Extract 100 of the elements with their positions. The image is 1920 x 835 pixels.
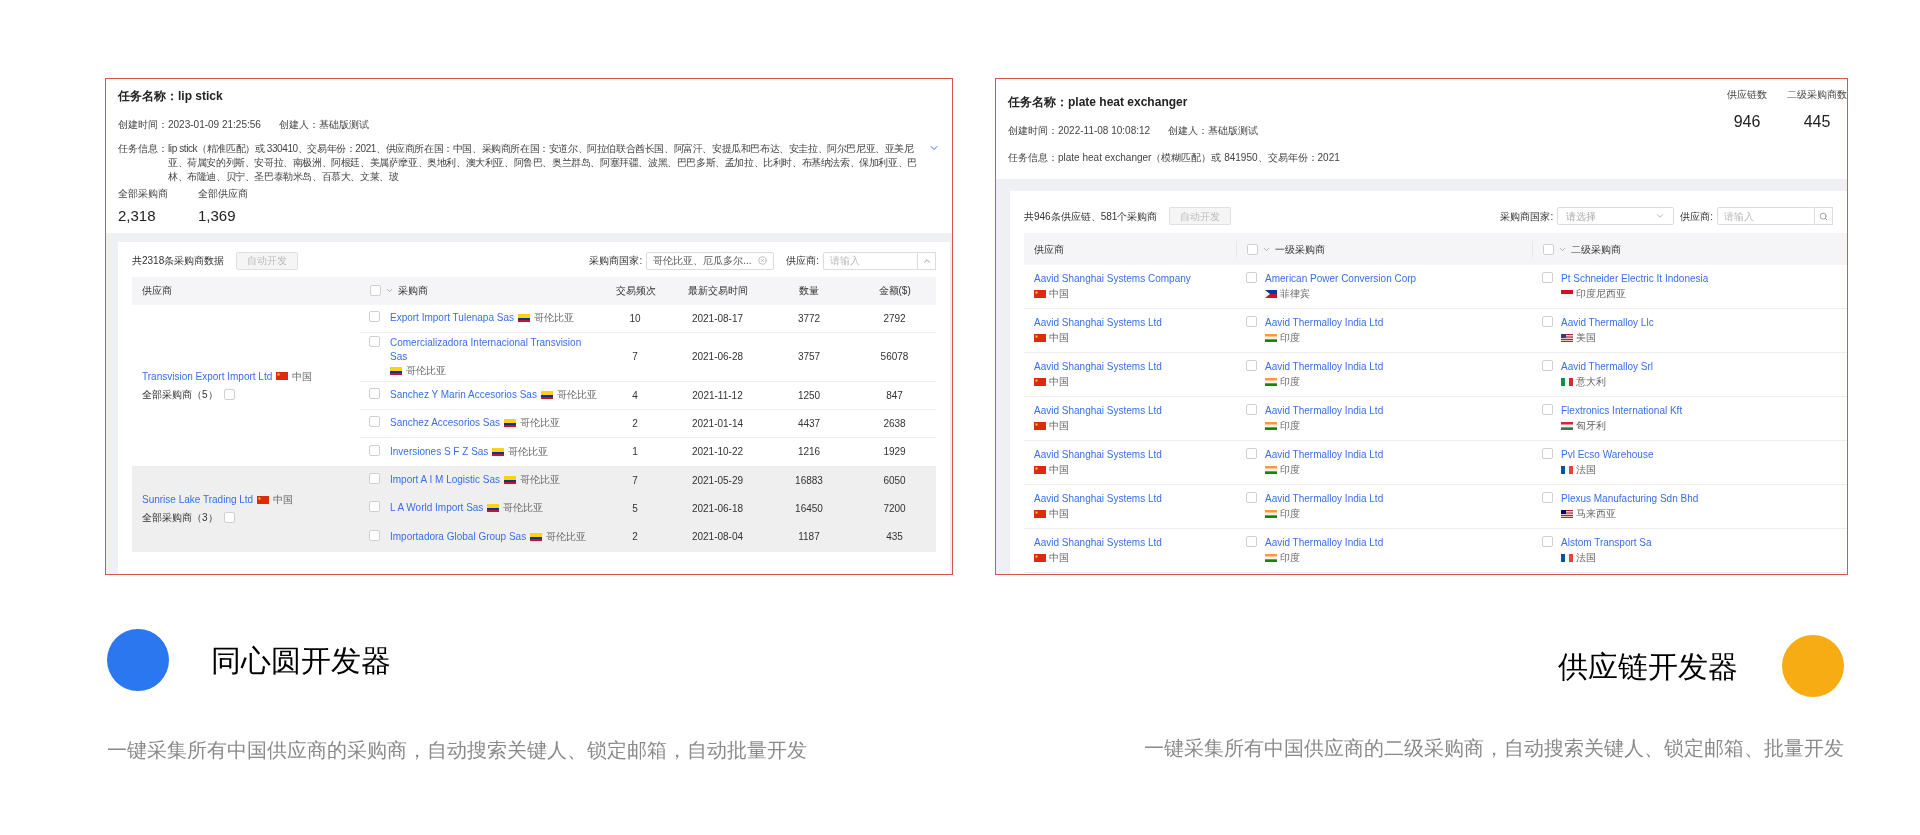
checkbox[interactable] bbox=[1542, 404, 1553, 415]
quantity-cell-text: 4437 bbox=[796, 416, 822, 431]
supplier-link[interactable]: Sunrise Lake Trading Ltd bbox=[142, 492, 254, 507]
supplier-link[interactable]: Transvision Export Import Ltd bbox=[142, 368, 273, 384]
company-link[interactable]: Aavid Shanghai Systems Ltd bbox=[1034, 404, 1162, 417]
checkbox[interactable] bbox=[1542, 272, 1553, 283]
flag-icon bbox=[492, 447, 505, 456]
frequency-cell-text: 1 bbox=[631, 445, 639, 459]
checkbox[interactable] bbox=[1246, 536, 1257, 547]
company-link[interactable]: Aavid Thermalloy Llc bbox=[1561, 316, 1654, 329]
flag-icon bbox=[504, 476, 517, 484]
checkbox[interactable] bbox=[369, 388, 380, 399]
buyer-link[interactable]: Export Import Tulenapa Sas bbox=[390, 311, 514, 325]
company-link[interactable]: Aavid Shanghai Systems Ltd bbox=[1034, 316, 1162, 329]
checkbox[interactable] bbox=[223, 388, 235, 400]
feature-title: 同心圆开发器 bbox=[211, 642, 391, 679]
company-link[interactable]: Aavid Shanghai Systems Company bbox=[1034, 272, 1191, 285]
company-link[interactable]: Aavid Shanghai Systems Ltd bbox=[1034, 360, 1162, 373]
buyer-link[interactable]: Inversiones S F Z Sas bbox=[390, 444, 489, 459]
buyer-link[interactable]: Comercializadora Internacional Transvision Sas bbox=[390, 335, 600, 364]
clear-icon[interactable] bbox=[758, 256, 768, 265]
checkbox[interactable] bbox=[1543, 243, 1554, 255]
flag-icon bbox=[1561, 421, 1573, 430]
info-label: 任务信息： bbox=[1008, 151, 1058, 165]
checkbox[interactable] bbox=[1542, 448, 1553, 459]
checkbox[interactable] bbox=[369, 529, 380, 541]
flag-icon bbox=[1561, 289, 1573, 298]
buyer-link[interactable]: L A World Import Sas bbox=[390, 501, 484, 515]
company-link[interactable]: Aavid Shanghai Systems Ltd bbox=[1034, 448, 1162, 461]
company-link[interactable]: Flextronics International Kft bbox=[1561, 404, 1683, 417]
buyer-link[interactable]: Sanchez Accesorios Sas bbox=[390, 416, 501, 430]
country-text: 法国 bbox=[1576, 551, 1596, 565]
flag-icon bbox=[1034, 465, 1046, 474]
flag-icon bbox=[1265, 421, 1277, 430]
frequency-cell-text: 2 bbox=[631, 416, 639, 431]
checkbox[interactable] bbox=[1246, 448, 1257, 459]
search-button[interactable] bbox=[1815, 207, 1833, 225]
checkbox[interactable] bbox=[369, 501, 380, 512]
company-link[interactable]: Aavid Thermalloy India Ltd bbox=[1265, 492, 1384, 505]
checkbox[interactable] bbox=[1542, 536, 1553, 547]
checkbox[interactable] bbox=[369, 473, 380, 484]
date-cell-text: 2021-08-04 bbox=[690, 530, 745, 544]
country-text: 美国 bbox=[1576, 331, 1596, 345]
company-link[interactable]: Aavid Thermalloy India Ltd bbox=[1265, 316, 1384, 329]
buyer-link[interactable]: Import A I M Logistic Sas bbox=[390, 473, 501, 487]
company-link[interactable]: Aavid Shanghai Systems Ltd bbox=[1034, 536, 1162, 549]
quantity-cell-text: 16883 bbox=[794, 473, 824, 488]
supplier-input[interactable]: 请输入 bbox=[1717, 207, 1815, 225]
checkbox[interactable] bbox=[370, 285, 382, 296]
checkbox[interactable] bbox=[369, 335, 380, 347]
supplier-input[interactable]: 请输入 bbox=[823, 251, 918, 270]
flag-icon bbox=[530, 532, 543, 541]
company-link[interactable]: Alstom Transport Sa bbox=[1561, 536, 1652, 549]
flag-icon bbox=[257, 495, 270, 504]
country-text: 中国 bbox=[1049, 507, 1069, 521]
checkbox[interactable] bbox=[1542, 316, 1553, 327]
checkbox[interactable] bbox=[1246, 272, 1257, 283]
company-link[interactable]: Pvl Ecso Warehouse bbox=[1561, 448, 1654, 461]
checkbox[interactable] bbox=[1246, 404, 1257, 415]
company-link[interactable]: American Power Conversion Corp bbox=[1265, 272, 1417, 285]
company-link[interactable]: Aavid Thermalloy India Ltd bbox=[1265, 448, 1384, 461]
flag-icon bbox=[504, 419, 517, 427]
record-count: 共946条供应链、581个采购商 bbox=[1024, 209, 1158, 224]
company-link[interactable]: Plexus Manufacturing Sdn Bhd bbox=[1561, 492, 1699, 505]
country-text: 哥伦比亚 bbox=[520, 473, 561, 487]
flag-icon bbox=[1034, 289, 1046, 298]
company-link[interactable]: Aavid Thermalloy India Ltd bbox=[1265, 404, 1384, 417]
company-link[interactable]: Aavid Thermalloy India Ltd bbox=[1265, 360, 1384, 373]
checkbox[interactable] bbox=[369, 416, 380, 427]
country-text: 印度尼西亚 bbox=[1576, 287, 1626, 301]
checkbox[interactable] bbox=[1246, 492, 1257, 503]
checkbox[interactable] bbox=[369, 311, 380, 322]
flag-icon bbox=[276, 372, 289, 380]
checkbox[interactable] bbox=[1542, 492, 1553, 503]
date-cell-text: 2021-11-12 bbox=[691, 388, 744, 403]
buyer-link[interactable]: Importadora Global Group Sas bbox=[390, 529, 527, 544]
flag-icon bbox=[390, 366, 402, 375]
country-text: 印度 bbox=[1280, 463, 1300, 477]
company-link[interactable]: Aavid Shanghai Systems Ltd bbox=[1034, 492, 1162, 505]
flag-icon bbox=[517, 314, 530, 322]
collapse-button[interactable] bbox=[918, 251, 936, 270]
country-text: 中国 bbox=[1049, 463, 1069, 477]
checkbox[interactable] bbox=[369, 444, 380, 456]
amount-cell-text: 435 bbox=[885, 530, 904, 544]
company-link[interactable]: Aavid Thermalloy Srl bbox=[1561, 360, 1654, 373]
checkbox[interactable] bbox=[223, 512, 235, 523]
company-link[interactable]: Aavid Thermalloy India Ltd bbox=[1265, 536, 1384, 549]
column-header: 采购商 bbox=[398, 284, 429, 298]
quantity-cell-text: 1250 bbox=[796, 388, 822, 403]
country-select[interactable]: 哥伦比亚、厄瓜多尔... bbox=[646, 251, 775, 270]
checkbox[interactable] bbox=[1247, 243, 1258, 255]
checkbox[interactable] bbox=[1246, 360, 1257, 371]
company-link[interactable]: Pt Schneider Electric It Indonesia bbox=[1561, 272, 1709, 285]
caret-icon[interactable] bbox=[385, 286, 395, 295]
stat-label: 二级采购商数 bbox=[1787, 88, 1847, 102]
column-header: 数量 bbox=[798, 284, 821, 298]
checkbox[interactable] bbox=[1246, 316, 1257, 327]
checkbox[interactable] bbox=[1542, 360, 1553, 371]
buyer-link[interactable]: Sanchez Y Marin Accesorios Sas bbox=[390, 388, 537, 402]
flag-icon bbox=[1561, 465, 1573, 474]
